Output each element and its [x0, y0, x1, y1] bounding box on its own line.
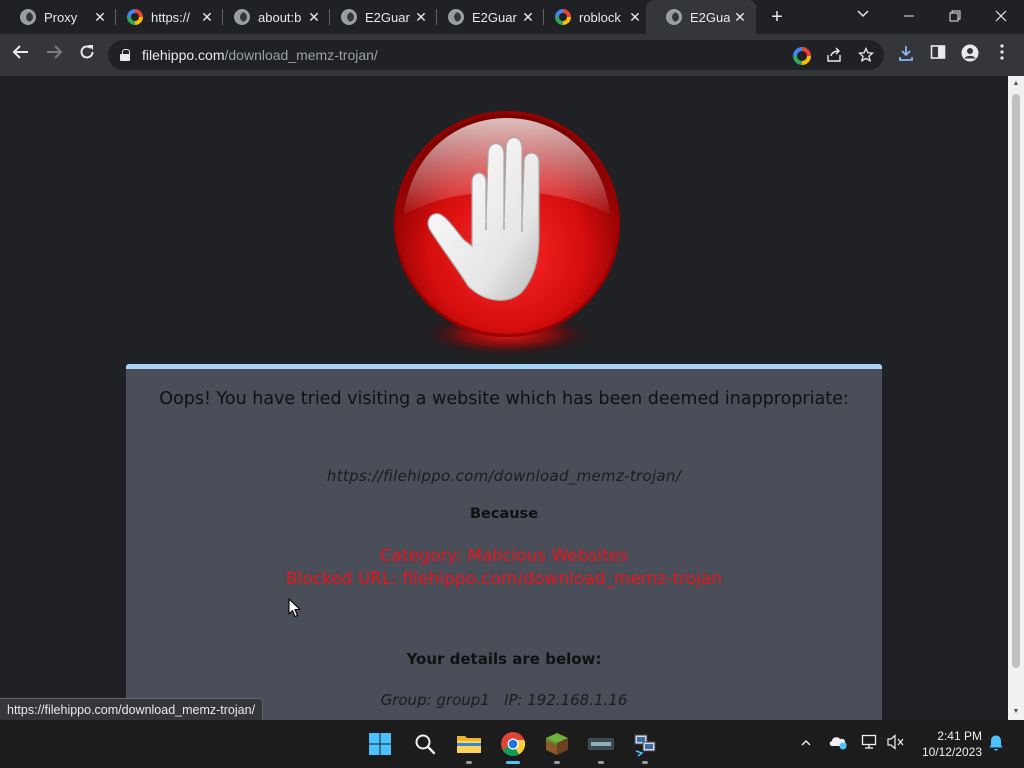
app-active-indicator	[506, 761, 520, 764]
tab-title: E2Guar	[365, 9, 410, 25]
because-label: Because	[469, 506, 539, 522]
windows-logo-icon	[369, 733, 391, 755]
mouse-cursor-icon	[288, 598, 301, 618]
game-logo-icon	[588, 738, 614, 750]
app-running-indicator	[554, 761, 560, 764]
stop-hand-icon	[394, 111, 620, 356]
start-button[interactable]	[364, 728, 396, 760]
tab-https[interactable]: https:// ✕	[107, 0, 223, 34]
app-running-indicator	[642, 761, 648, 764]
close-window-button[interactable]	[978, 0, 1024, 32]
scrollbar-thumb[interactable]	[1012, 94, 1020, 668]
chrome-icon	[501, 732, 526, 757]
tab-title: E2Guar	[472, 9, 517, 25]
close-tab-icon[interactable]: ✕	[732, 9, 748, 25]
tab-proxy[interactable]: Proxy ✕	[0, 0, 116, 34]
scroll-up-arrow-icon[interactable]: ▲	[1012, 80, 1020, 88]
menu-kebab-icon[interactable]	[991, 44, 1013, 66]
onedrive-icon[interactable]	[828, 734, 848, 754]
link-status-bubble: https://filehippo.com/download_memz-troj…	[0, 698, 264, 720]
page-viewport: Oops! You have tried visiting a website …	[0, 76, 1008, 720]
globe-icon	[666, 9, 682, 25]
google-icon	[127, 9, 143, 25]
block-message-panel: Oops! You have tried visiting a website …	[126, 364, 882, 720]
globe-icon	[448, 9, 464, 25]
details-heading: Your details are below:	[406, 650, 602, 668]
grass-block-icon	[546, 733, 568, 755]
search-icon	[415, 734, 436, 755]
block-category: Category: Malicious Websites	[379, 546, 629, 566]
block-headline: Oops! You have tried visiting a website …	[159, 389, 849, 409]
app-running-indicator	[466, 761, 472, 764]
minimize-button[interactable]	[886, 0, 932, 32]
search-button[interactable]	[409, 728, 441, 760]
tab-e2guardian-1[interactable]: E2Guar ✕	[321, 0, 437, 34]
close-tab-icon[interactable]: ✕	[92, 9, 108, 25]
url-host: filehippo.com	[142, 47, 225, 63]
speaker-muted-icon[interactable]	[886, 734, 906, 754]
address-bar[interactable]: filehippo.com/download_memz-trojan/	[108, 40, 884, 70]
page-scrollbar[interactable]: ▲ ▼	[1008, 76, 1024, 720]
profile-avatar-icon[interactable]	[959, 44, 981, 66]
close-tab-icon[interactable]: ✕	[413, 9, 429, 25]
tab-title: roblock	[579, 9, 621, 25]
globe-icon	[234, 9, 250, 25]
google-lens-icon[interactable]	[793, 47, 811, 65]
clock-date: 10/12/2023	[921, 745, 982, 759]
share-icon[interactable]	[825, 47, 843, 65]
tab-title: E2Guar	[690, 9, 730, 25]
tab-e2guardian-2[interactable]: E2Guar ✕	[428, 0, 544, 34]
close-tab-icon[interactable]: ✕	[627, 9, 643, 25]
close-tab-icon[interactable]: ✕	[520, 9, 536, 25]
minecraft-taskbar-button[interactable]	[541, 728, 573, 764]
scroll-down-arrow-icon[interactable]: ▼	[1012, 708, 1020, 716]
app-running-indicator	[598, 761, 604, 764]
blocked-url-text: https://filehippo.com/download_memz-troj…	[326, 467, 682, 485]
close-tab-icon[interactable]: ✕	[306, 9, 322, 25]
tab-about-blank[interactable]: about:b ✕	[214, 0, 330, 34]
tab-title: https://	[151, 9, 191, 25]
close-tab-icon[interactable]: ✕	[199, 9, 215, 25]
new-tab-button[interactable]: +	[766, 6, 788, 28]
download-icon[interactable]	[895, 44, 917, 66]
network-tool-taskbar-button[interactable]	[629, 728, 661, 764]
address-url: filehippo.com/download_memz-trojan/	[142, 47, 378, 63]
tab-title: about:b	[258, 9, 302, 25]
google-icon	[555, 9, 571, 25]
globe-icon	[341, 9, 357, 25]
bookmark-star-icon[interactable]	[857, 46, 875, 65]
reload-button[interactable]	[74, 42, 100, 68]
clock-time: 2:41 PM	[937, 729, 982, 743]
show-hidden-icons-chevron[interactable]	[796, 734, 816, 754]
windows-taskbar: 2:41 PM 10/12/2023	[0, 720, 1024, 768]
folder-icon	[457, 736, 481, 753]
file-explorer-button[interactable]	[453, 728, 485, 764]
network-computers-icon	[634, 734, 656, 757]
system-clock[interactable]: 2:41 PM 10/12/2023	[914, 728, 982, 760]
forward-button[interactable]	[41, 42, 67, 68]
url-path: /download_memz-trojan/	[224, 47, 378, 63]
notification-bell-icon[interactable]	[986, 734, 1006, 754]
tab-search-chevron-icon[interactable]	[854, 6, 872, 24]
side-panel-icon[interactable]	[927, 44, 949, 66]
browser-toolbar: filehippo.com/download_memz-trojan/	[0, 34, 1024, 76]
lock-icon[interactable]	[120, 49, 130, 61]
globe-icon	[20, 9, 36, 25]
game-app-taskbar-button[interactable]	[585, 728, 617, 764]
tab-e2guardian-active[interactable]: E2Guar ✕	[646, 0, 756, 34]
tab-roblocks[interactable]: roblock ✕	[535, 0, 651, 34]
chrome-taskbar-button[interactable]	[497, 728, 529, 764]
display-network-icon[interactable]	[860, 734, 880, 754]
back-button[interactable]	[8, 42, 34, 68]
restore-button[interactable]	[932, 0, 978, 32]
blocked-url-reason: Blocked URL: filehippo.com/download_memz…	[285, 569, 723, 589]
tab-strip: Proxy ✕ https:// ✕ about:b ✕ E2Guar ✕ E2…	[0, 0, 1024, 34]
